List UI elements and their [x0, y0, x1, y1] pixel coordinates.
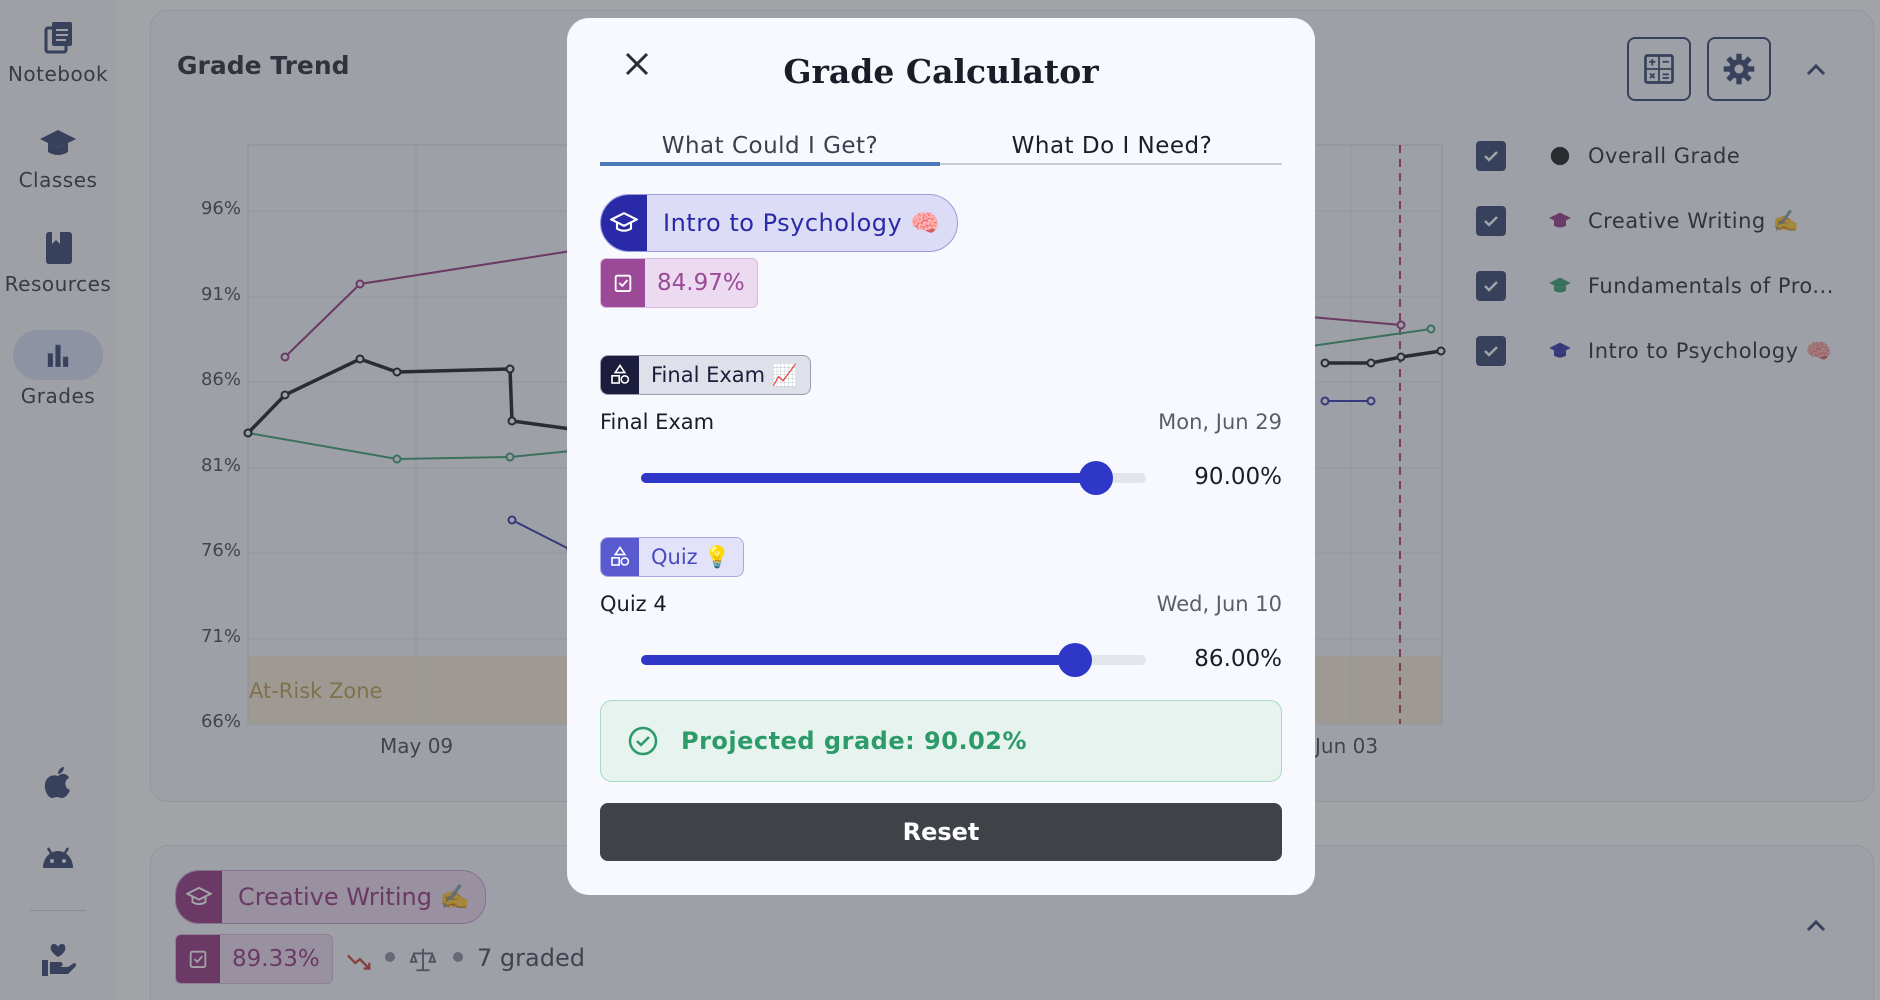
assignment-name: Quiz 4	[600, 592, 667, 616]
assignment-name: Final Exam	[600, 410, 715, 434]
slider-thumb[interactable]	[1078, 461, 1113, 495]
grade-slider[interactable]	[641, 461, 1146, 495]
category-chip-quiz: Quiz 💡	[600, 537, 744, 577]
category-label: Final Exam 📈	[651, 362, 798, 387]
class-name: Intro to Psychology 🧠	[663, 209, 941, 237]
class-grade: 84.97%	[657, 270, 745, 296]
graduation-cap-icon	[601, 195, 647, 251]
slider-thumb[interactable]	[1058, 643, 1093, 677]
assignment-date: Wed, Jun 10	[1156, 592, 1282, 616]
tab-what-do-i-need[interactable]: What Do I Need?	[942, 110, 1282, 182]
assignment-date: Mon, Jun 29	[1158, 410, 1282, 434]
modal-title: Grade Calculator	[783, 52, 1099, 91]
grade-calculator-modal: Grade Calculator What Could I Get? What …	[567, 18, 1315, 895]
slider-value: 90.00%	[1194, 464, 1282, 490]
category-label: Quiz 💡	[651, 544, 731, 569]
shapes-icon	[601, 356, 639, 394]
slider-fill	[641, 655, 1076, 665]
projected-grade-banner: Projected grade: 90.02%	[600, 700, 1282, 782]
category-chip-final-exam: Final Exam 📈	[600, 355, 811, 395]
slider-fill	[641, 473, 1096, 483]
grade-slider[interactable]	[641, 643, 1146, 677]
tab-what-could-i-get[interactable]: What Could I Get?	[600, 110, 940, 182]
check-circle-icon	[628, 726, 658, 756]
projected-grade-text: Projected grade: 90.02%	[681, 727, 1028, 755]
slider-value: 86.00%	[1194, 646, 1282, 672]
clipboard-check-icon	[601, 259, 645, 307]
class-grade-chip: 84.97%	[600, 258, 758, 308]
reset-button[interactable]: Reset	[600, 803, 1282, 861]
class-chip[interactable]: Intro to Psychology 🧠	[600, 194, 958, 252]
shapes-icon	[601, 538, 639, 576]
active-tab-indicator	[600, 162, 940, 166]
